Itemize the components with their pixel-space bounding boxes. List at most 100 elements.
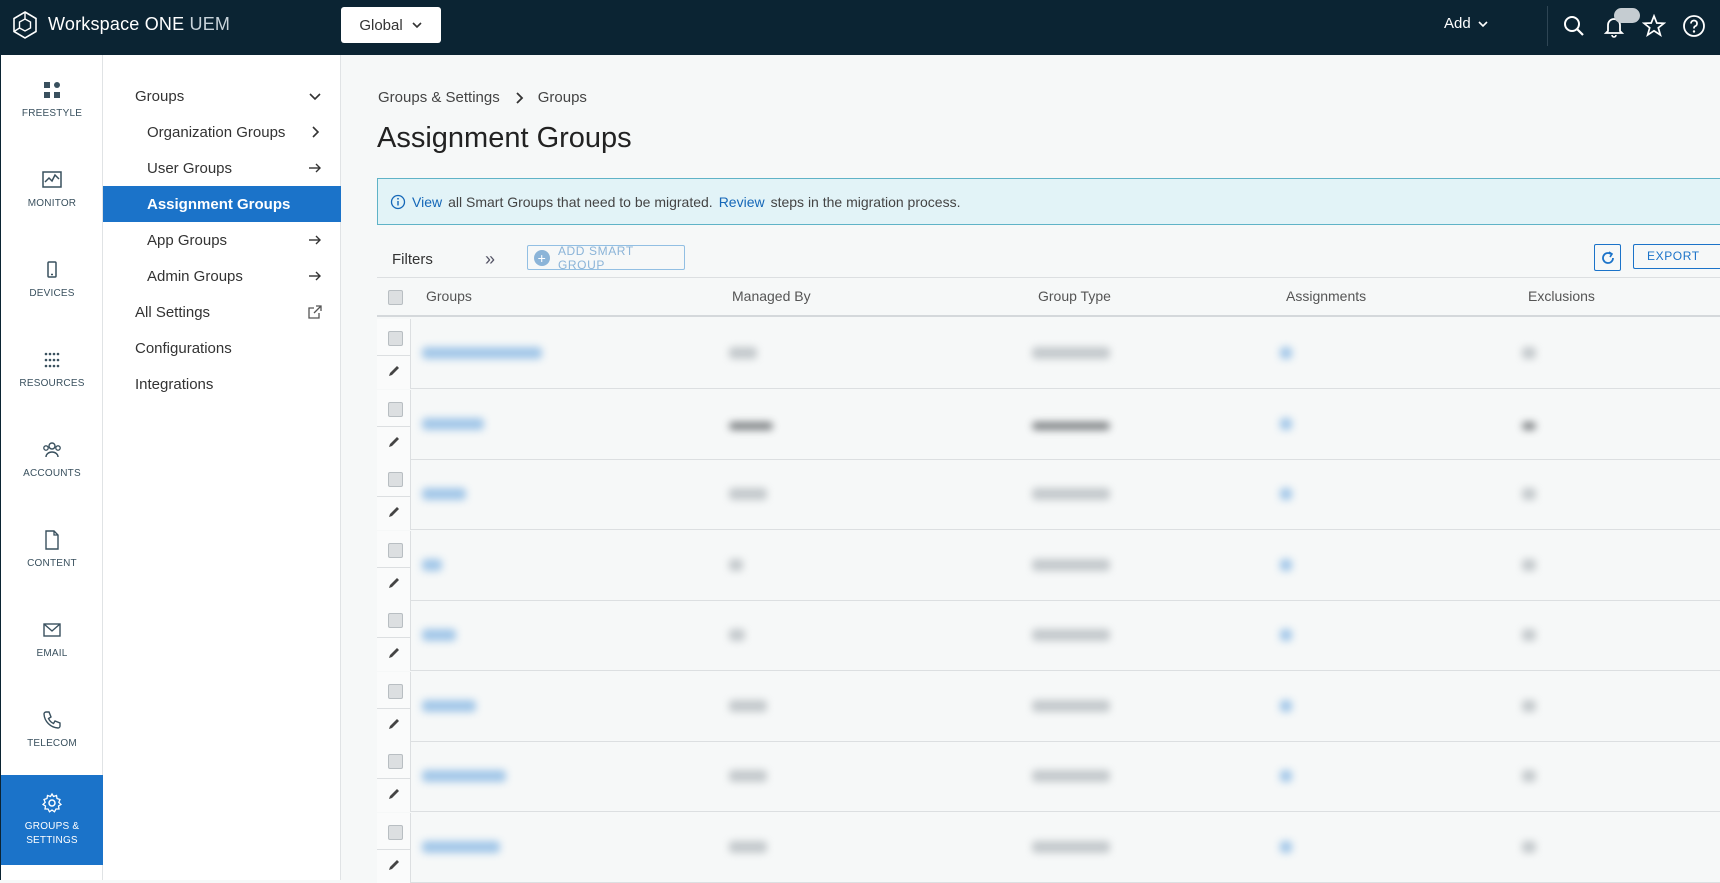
table-row[interactable] bbox=[377, 812, 1720, 883]
row-tools bbox=[377, 812, 411, 883]
group-name-link[interactable] bbox=[422, 840, 500, 853]
table-row[interactable] bbox=[377, 601, 1720, 671]
email-icon bbox=[43, 623, 61, 637]
view-smart-groups-link[interactable]: View bbox=[412, 194, 442, 210]
nav-configurations[interactable]: Configurations bbox=[103, 330, 341, 366]
table-header: Groups Managed By Group Type Assignments… bbox=[377, 277, 1720, 317]
assignments-count-link[interactable] bbox=[1280, 629, 1292, 641]
row-checkbox[interactable] bbox=[388, 754, 403, 769]
banner-text-2: steps in the migration process. bbox=[770, 193, 961, 210]
row-checkbox[interactable] bbox=[388, 401, 403, 417]
assignments-count-link[interactable] bbox=[1280, 840, 1292, 853]
nav-groups-section[interactable]: Groups bbox=[103, 78, 341, 114]
group-type-value bbox=[1032, 488, 1110, 500]
select-all-checkbox[interactable] bbox=[388, 290, 403, 305]
rail-item-freestyle[interactable]: FREESTYLE bbox=[1, 55, 103, 145]
row-checkbox[interactable] bbox=[388, 472, 403, 487]
table-row[interactable] bbox=[377, 319, 1720, 389]
group-name-link[interactable] bbox=[422, 488, 466, 500]
row-tools bbox=[377, 389, 411, 460]
search-icon[interactable] bbox=[1562, 14, 1586, 38]
add-smart-group-button[interactable]: + ADD SMART GROUP bbox=[527, 244, 685, 272]
rail-item-telecom[interactable]: TELECOM bbox=[1, 685, 103, 775]
column-header-groups[interactable]: Groups bbox=[426, 288, 472, 304]
rail-item-monitor[interactable]: MONITOR bbox=[1, 145, 103, 235]
column-header-assignments[interactable]: Assignments bbox=[1286, 288, 1366, 304]
refresh-button[interactable] bbox=[1594, 244, 1621, 271]
group-name-link[interactable] bbox=[422, 558, 442, 571]
page-title: Assignment Groups bbox=[377, 122, 632, 154]
managed-by-value bbox=[729, 770, 767, 782]
rail-item-resources[interactable]: RESOURCES bbox=[1, 325, 103, 415]
exclusions-count bbox=[1522, 699, 1536, 712]
rail-item-content[interactable]: CONTENT bbox=[1, 505, 103, 595]
filters-label[interactable]: Filters bbox=[392, 251, 433, 268]
chevron-right-icon bbox=[516, 91, 524, 104]
edit-pencil-icon[interactable] bbox=[387, 576, 401, 590]
resources-icon bbox=[44, 352, 60, 368]
group-name-link[interactable] bbox=[422, 770, 506, 782]
nav-app-groups[interactable]: App Groups bbox=[103, 222, 341, 258]
nav-user-groups[interactable]: User Groups bbox=[103, 150, 341, 186]
assignments-count-link[interactable] bbox=[1280, 488, 1292, 500]
nav-admin-groups[interactable]: Admin Groups bbox=[103, 258, 341, 294]
nav-assignment-groups[interactable]: Assignment Groups bbox=[103, 186, 341, 222]
table-row[interactable] bbox=[377, 389, 1720, 460]
row-tools bbox=[377, 601, 411, 671]
brand-title: Workspace ONE UEM bbox=[48, 14, 230, 35]
rail-item-devices[interactable]: DEVICES bbox=[1, 235, 103, 325]
add-menu-button[interactable]: Add bbox=[1444, 15, 1489, 32]
org-group-selector[interactable]: Global bbox=[341, 7, 441, 43]
edit-pencil-icon[interactable] bbox=[387, 717, 401, 731]
assignments-count-link[interactable] bbox=[1280, 558, 1292, 571]
assignments-count-link[interactable] bbox=[1280, 417, 1292, 430]
group-name-link[interactable] bbox=[422, 417, 484, 430]
row-checkbox[interactable] bbox=[388, 824, 403, 840]
help-icon[interactable] bbox=[1682, 14, 1706, 38]
assignments-count-link[interactable] bbox=[1280, 347, 1292, 359]
nav-organization-groups[interactable]: Organization Groups bbox=[103, 114, 341, 150]
row-checkbox[interactable] bbox=[388, 542, 403, 558]
edit-pencil-icon[interactable] bbox=[387, 364, 401, 378]
rail-item-groups-settings[interactable]: GROUPS & SETTINGS bbox=[1, 775, 103, 865]
export-button[interactable]: EXPORT bbox=[1633, 244, 1720, 269]
chevron-down-icon bbox=[412, 22, 422, 29]
column-header-exclusions[interactable]: Exclusions bbox=[1528, 288, 1595, 304]
group-name-link[interactable] bbox=[422, 347, 542, 359]
nav-integrations[interactable]: Integrations bbox=[103, 366, 341, 402]
row-tools bbox=[377, 460, 411, 530]
row-checkbox[interactable] bbox=[388, 331, 403, 346]
edit-pencil-icon[interactable] bbox=[387, 435, 401, 449]
review-steps-link[interactable]: Review bbox=[719, 194, 765, 210]
table-row[interactable] bbox=[377, 530, 1720, 601]
table-row[interactable] bbox=[377, 671, 1720, 742]
nav-all-settings[interactable]: All Settings bbox=[103, 294, 341, 330]
brand-main: Workspace ONE bbox=[48, 14, 185, 34]
nav-label: All Settings bbox=[135, 303, 211, 321]
rail-label: CONTENT bbox=[27, 558, 77, 569]
edit-pencil-icon[interactable] bbox=[387, 505, 401, 519]
refresh-icon bbox=[1601, 250, 1614, 264]
group-name-link[interactable] bbox=[422, 699, 476, 712]
exclusions-count bbox=[1522, 770, 1536, 782]
breadcrumb-groups-settings[interactable]: Groups & Settings bbox=[378, 89, 500, 106]
edit-pencil-icon[interactable] bbox=[387, 787, 401, 801]
row-checkbox[interactable] bbox=[388, 683, 403, 699]
row-checkbox[interactable] bbox=[388, 613, 403, 628]
star-icon[interactable] bbox=[1642, 14, 1666, 38]
edit-pencil-icon[interactable] bbox=[387, 858, 401, 872]
edit-pencil-icon[interactable] bbox=[387, 646, 401, 660]
column-header-group-type[interactable]: Group Type bbox=[1038, 288, 1111, 304]
arrow-right-icon bbox=[309, 271, 321, 281]
assignments-count-link[interactable] bbox=[1280, 770, 1292, 782]
column-header-managed-by[interactable]: Managed By bbox=[732, 288, 811, 304]
table-row[interactable] bbox=[377, 742, 1720, 812]
rail-item-accounts[interactable]: ACCOUNTS bbox=[1, 415, 103, 505]
group-name-link[interactable] bbox=[422, 629, 456, 641]
table-row[interactable] bbox=[377, 460, 1720, 530]
accounts-icon bbox=[43, 442, 61, 458]
rail-item-email[interactable]: EMAIL bbox=[1, 595, 103, 685]
assignments-count-link[interactable] bbox=[1280, 699, 1292, 712]
expand-filters-icon[interactable]: » bbox=[485, 249, 495, 270]
breadcrumb-groups[interactable]: Groups bbox=[538, 89, 587, 106]
